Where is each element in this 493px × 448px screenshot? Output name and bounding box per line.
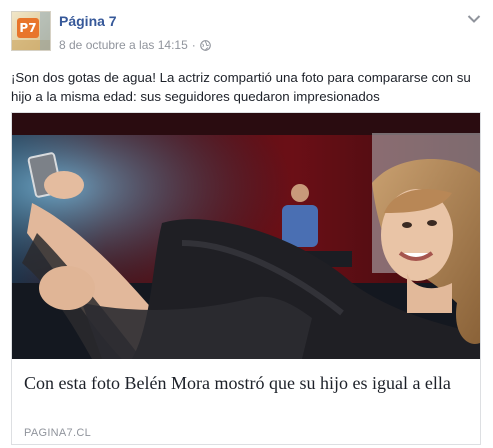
link-preview-text[interactable]: Con esta foto Belén Mora mostró que su h… <box>12 359 480 445</box>
avatar-logo: P7 <box>17 18 39 38</box>
link-preview-card[interactable]: Con esta foto Belén Mora mostró que su h… <box>11 112 481 445</box>
globe-icon[interactable] <box>199 39 211 51</box>
link-domain: PAGINA7.CL <box>24 427 91 439</box>
link-title[interactable]: Con esta foto Belén Mora mostró que su h… <box>24 371 472 395</box>
post-timestamp[interactable]: 8 de octubre a las 14:15 <box>59 38 188 52</box>
meta-separator: · <box>191 38 196 52</box>
facebook-post: P7 Página 7 8 de octubre a las 14:15 · ¡… <box>0 0 493 448</box>
post-meta: 8 de octubre a las 14:15 · <box>59 38 211 52</box>
chevron-down-icon[interactable] <box>467 14 481 24</box>
post-text: ¡Son dos gotas de agua! La actriz compar… <box>11 70 471 104</box>
page-avatar[interactable]: P7 <box>11 11 51 51</box>
link-preview-image[interactable] <box>12 113 480 359</box>
page-name-link[interactable]: Página 7 <box>59 13 117 29</box>
avatar-decoration <box>40 12 50 50</box>
